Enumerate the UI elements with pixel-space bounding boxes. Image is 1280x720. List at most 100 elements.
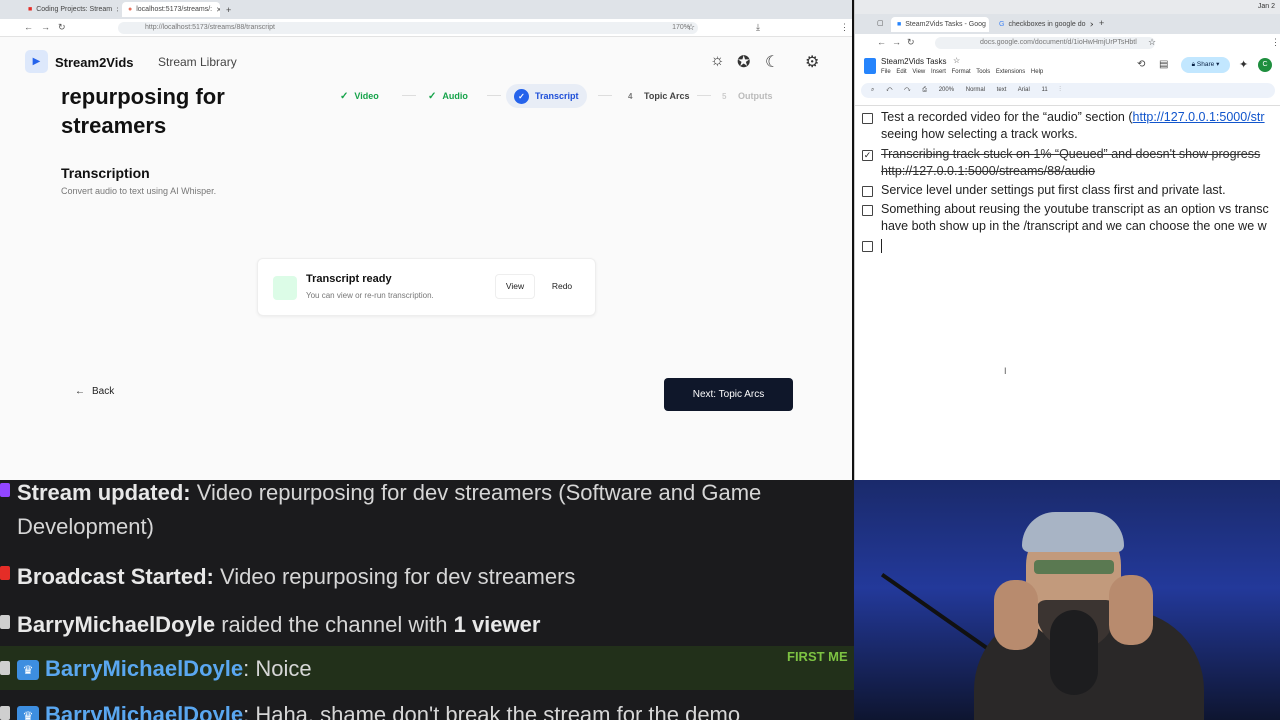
step-transcript[interactable]: ✓ Transcript bbox=[506, 84, 587, 108]
avatar[interactable]: C bbox=[1258, 58, 1272, 72]
step-outputs: 5 Outputs bbox=[722, 91, 773, 101]
chat-message: ♛ BarryMichaelDoyle: Haha, shame don't br… bbox=[17, 702, 854, 720]
close-icon[interactable]: ✕ bbox=[116, 6, 118, 14]
text-cursor[interactable] bbox=[881, 239, 882, 253]
search-icon[interactable]: ⌕ bbox=[871, 87, 874, 93]
step-divider bbox=[598, 95, 612, 96]
webcam-feed bbox=[854, 480, 1280, 720]
star-icon[interactable]: ☆ bbox=[953, 56, 960, 65]
forward-arrow-icon[interactable]: → bbox=[41, 22, 50, 32]
forward-arrow-icon[interactable]: → bbox=[892, 37, 901, 47]
reload-icon[interactable]: ↻ bbox=[58, 22, 66, 33]
step-topic-arcs[interactable]: 4 Topic Arcs bbox=[620, 84, 698, 108]
gear-icon[interactable]: ⚙ bbox=[805, 52, 819, 72]
left-hand bbox=[994, 580, 1038, 650]
gemini-icon[interactable]: ✦ bbox=[1239, 58, 1248, 71]
beanie bbox=[1022, 512, 1124, 552]
crown-badge-icon: ♛ bbox=[17, 706, 39, 720]
docs-logo-icon[interactable] bbox=[864, 58, 876, 74]
bookmark-star-icon[interactable]: ☆ bbox=[1148, 37, 1156, 48]
doc-title[interactable]: Steam2Vids Tasks bbox=[881, 57, 947, 66]
chat-message: BarryMichaelDoyle raided the channel wit… bbox=[17, 612, 541, 637]
menu-format[interactable]: Format bbox=[952, 69, 971, 75]
stream-chat-overlay: Stream updated: Video repurposing for de… bbox=[0, 480, 854, 720]
comment-icon[interactable]: ▤ bbox=[1159, 59, 1168, 70]
docs-menubar: File Edit View Insert Format Tools Exten… bbox=[881, 69, 1043, 75]
menu-extensions[interactable]: Extensions bbox=[996, 69, 1025, 75]
redo-button[interactable]: Redo bbox=[545, 274, 579, 299]
checkbox[interactable] bbox=[862, 241, 873, 252]
menu-file[interactable]: File bbox=[881, 69, 891, 75]
menu-edit[interactable]: Edit bbox=[896, 69, 906, 75]
back-arrow-icon[interactable]: ← bbox=[24, 22, 33, 32]
play-logo-icon[interactable]: ▶ bbox=[25, 50, 48, 73]
url-input[interactable]: docs.google.com/document/d/1ioHwHmjUrPTs… bbox=[935, 37, 1155, 49]
auto-theme-icon[interactable]: ✪ bbox=[737, 52, 750, 72]
tab-overview-icon[interactable]: ▢ bbox=[877, 19, 884, 27]
check-icon: ✓ bbox=[514, 88, 529, 104]
close-icon[interactable]: ✕ bbox=[216, 6, 220, 14]
menu-icon[interactable]: ⋮ bbox=[1271, 37, 1280, 48]
new-tab-icon[interactable]: + bbox=[226, 5, 231, 15]
url-input[interactable]: http://localhost:5173/streams/88/transcr… bbox=[118, 22, 698, 34]
download-icon[interactable]: ⤓ bbox=[756, 22, 760, 33]
undo-icon[interactable]: ↶ bbox=[886, 87, 892, 93]
nav-stream-library[interactable]: Stream Library bbox=[158, 55, 237, 69]
menu-view[interactable]: View bbox=[912, 69, 925, 75]
menu-icon[interactable]: ⋮ bbox=[840, 22, 849, 33]
checkbox[interactable] bbox=[862, 113, 873, 124]
sun-icon[interactable]: ☼ bbox=[710, 52, 725, 70]
left-browser-window: ■ Coding Projects: Stream ✕ ● localhost:… bbox=[0, 0, 852, 480]
new-tab-icon[interactable]: + bbox=[1099, 18, 1104, 28]
status-swatch bbox=[273, 276, 297, 300]
step-audio[interactable]: ✓ Audio bbox=[420, 84, 476, 108]
font-size-field[interactable]: 11 bbox=[1041, 87, 1047, 93]
style-select[interactable]: Normal text bbox=[966, 87, 1007, 93]
section-title: Transcription bbox=[61, 165, 150, 181]
ruler bbox=[855, 101, 1280, 106]
check-icon: ✓ bbox=[428, 90, 437, 102]
brand-name[interactable]: Stream2Vids bbox=[55, 55, 134, 70]
date-label: Jan 2 bbox=[1257, 3, 1275, 10]
docs-favicon-icon: ■ bbox=[897, 21, 902, 28]
menu-insert[interactable]: Insert bbox=[931, 69, 946, 75]
next-topic-arcs-button[interactable]: Next: Topic Arcs bbox=[664, 378, 793, 411]
checkbox[interactable] bbox=[862, 205, 873, 216]
card-description: You can view or re-run transcription. bbox=[306, 291, 434, 300]
share-button[interactable]: 🔒︎ Share ▾ bbox=[1181, 57, 1230, 73]
font-select[interactable]: Arial bbox=[1018, 87, 1030, 93]
reload-icon[interactable]: ↻ bbox=[907, 37, 915, 48]
close-icon[interactable]: ✕ bbox=[1090, 21, 1093, 29]
section-description: Convert audio to text using AI Whisper. bbox=[61, 186, 217, 196]
history-icon[interactable]: ⟲ bbox=[1137, 59, 1145, 70]
lock-icon: 🔒︎ bbox=[1191, 61, 1196, 68]
tab-title: Steam2Vids Tasks - Goog bbox=[905, 21, 986, 28]
redo-icon[interactable]: ↷ bbox=[904, 87, 910, 93]
tab-checkboxes-search[interactable]: G checkboxes in google do ✕ bbox=[993, 17, 1093, 32]
checkbox-checked[interactable]: ✓ bbox=[862, 150, 873, 161]
back-button[interactable]: ← Back bbox=[75, 386, 114, 397]
step-video[interactable]: ✓ Video bbox=[332, 84, 387, 108]
menu-help[interactable]: Help bbox=[1031, 69, 1043, 75]
print-icon[interactable]: ⎙ bbox=[922, 87, 927, 93]
transcript-status-card: Transcript ready You can view or re-run … bbox=[257, 258, 596, 316]
checkbox[interactable] bbox=[862, 186, 873, 197]
tab-steam2vids-tasks[interactable]: ■ Steam2Vids Tasks - Goog ✕ bbox=[891, 17, 989, 32]
more-icon[interactable]: ⋮ bbox=[1059, 87, 1061, 93]
chat-message: Stream updated: Video repurposing for de… bbox=[17, 480, 762, 505]
moon-icon[interactable]: ☾ bbox=[765, 52, 779, 72]
twitch-icon bbox=[0, 483, 10, 497]
twitch-icon bbox=[0, 661, 10, 675]
step-divider bbox=[697, 95, 711, 96]
zoom-select[interactable]: 200% bbox=[939, 87, 954, 93]
tab-localhost[interactable]: ● localhost:5173/streams/: ✕ bbox=[122, 2, 220, 17]
twitch-icon bbox=[0, 615, 10, 629]
view-button[interactable]: View bbox=[495, 274, 535, 299]
text-cursor-icon: I bbox=[1004, 366, 1007, 376]
link[interactable]: http://127.0.0.1:5000/str bbox=[1133, 110, 1265, 124]
back-arrow-icon[interactable]: ← bbox=[877, 37, 886, 47]
menu-tools[interactable]: Tools bbox=[976, 69, 990, 75]
bookmark-star-icon[interactable]: ☆ bbox=[687, 22, 695, 33]
first-message-badge: FIRST ME bbox=[787, 649, 848, 664]
tab-coding-projects[interactable]: ■ Coding Projects: Stream ✕ bbox=[22, 2, 118, 17]
